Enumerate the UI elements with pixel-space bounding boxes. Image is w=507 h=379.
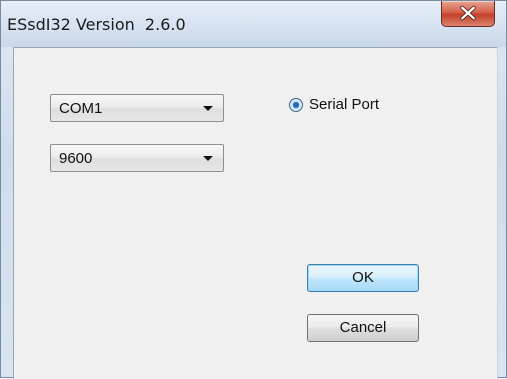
close-button[interactable] xyxy=(441,1,495,27)
ok-button[interactable]: OK xyxy=(307,264,419,292)
radio-selected-icon[interactable] xyxy=(289,98,303,112)
title-bar[interactable]: ESsdI32 Version 2.6.0 xyxy=(1,1,506,47)
port-select[interactable]: COM1 xyxy=(50,94,224,122)
close-icon xyxy=(460,5,476,21)
port-select-value: COM1 xyxy=(59,100,103,117)
baud-rate-select-value: 9600 xyxy=(59,150,93,167)
chevron-down-icon xyxy=(203,156,213,161)
baud-rate-select[interactable]: 9600 xyxy=(50,144,224,172)
serial-port-radio-label[interactable]: Serial Port xyxy=(309,96,379,113)
cancel-button[interactable]: Cancel xyxy=(307,314,419,342)
window-title: ESsdI32 Version 2.6.0 xyxy=(7,15,186,34)
dialog-client-area: COM1 9600 Serial Port OK Cancel xyxy=(13,47,498,379)
dialog-window: ESsdI32 Version 2.6.0 COM1 9600 Serial P… xyxy=(0,0,507,379)
chevron-down-icon xyxy=(203,106,213,111)
